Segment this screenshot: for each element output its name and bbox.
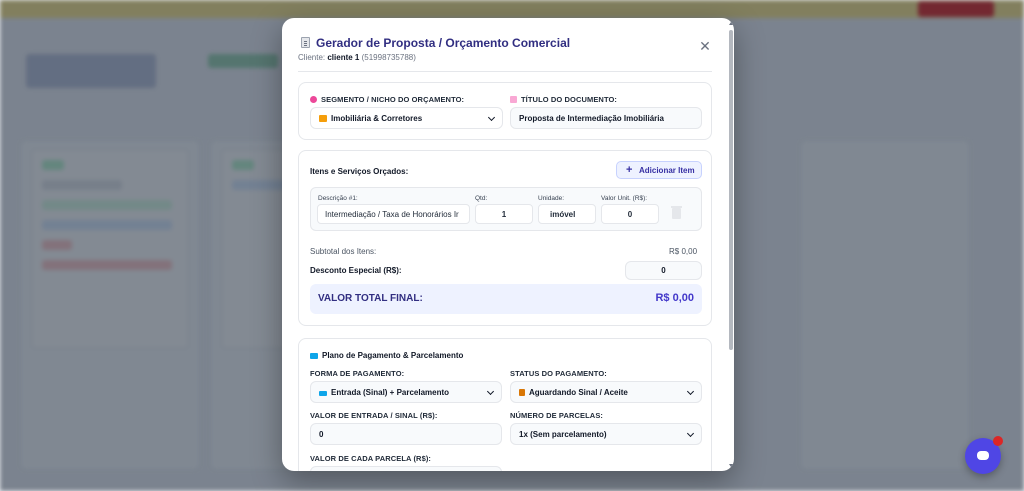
house-icon [319,115,327,122]
chevron-down-icon [686,387,695,396]
scroll-thumb[interactable] [729,30,733,350]
quantity-label: Qtd: [475,195,488,202]
entry-value-label: VALOR DE ENTRADA / SINAL (R$): [310,411,438,420]
unit-label: Unidade: [538,195,565,202]
total-box: VALOR TOTAL FINAL: R$ 0,00 [310,284,702,314]
payment-status-select[interactable]: Aguardando Sinal / Aceite [510,381,702,403]
chevron-down-icon [686,429,695,438]
segment-label: SEGMENTO / NICHO DO ORÇAMENTO: [310,95,464,104]
modal-header: Gerador de Proposta / Orçamento Comercia… [298,34,712,72]
total-value: R$ 0,00 [655,292,694,304]
subtotal-value: R$ 0,00 [669,247,698,256]
card-icon [310,353,318,359]
palette-icon [310,96,317,103]
chevron-down-icon [486,387,495,396]
description-input[interactable]: Intermediação / Taxa de Honorários Ir [317,204,470,224]
unit-price-label: Valor Unit. (R$): [601,195,648,202]
plus-icon: + [626,164,633,176]
client-name: cliente 1 [327,53,360,62]
proposal-modal: Gerador de Proposta / Orçamento Comercia… [282,18,734,471]
chat-icon [977,451,989,460]
quantity-input[interactable]: 1 [475,204,533,224]
unit-input[interactable]: imóvel [538,204,596,224]
modal-title: Gerador de Proposta / Orçamento Comercia… [316,36,571,50]
modal-content: Gerador de Proposta / Orçamento Comercia… [282,18,728,471]
document-pink-icon [510,96,517,103]
segment-select[interactable]: Imobiliária & Corretores [310,107,503,129]
scroll-up-icon[interactable] [729,22,733,25]
payment-section-title: Plano de Pagamento & Parcelamento [310,351,463,360]
installment-value-input[interactable] [310,466,502,471]
card-icon [319,391,327,396]
chat-fab-button[interactable] [965,436,1003,474]
client-info: Cliente: cliente 1 (51998735788) [298,53,416,62]
notification-dot [993,436,1003,446]
total-label: VALOR TOTAL FINAL: [318,293,423,304]
payment-method-label: FORMA DE PAGAMENTO: [310,369,405,378]
installments-select[interactable]: 1x (Sem parcelamento) [510,423,702,445]
discount-input[interactable]: 0 [625,261,702,280]
modal-scrollbar[interactable] [728,22,734,467]
hourglass-icon [519,389,525,396]
item-row: Descrição #1: Qtd: Unidade: Valor Unit. … [310,187,702,231]
items-section: Itens e Serviços Orçados: + Adicionar It… [298,150,712,326]
items-section-title: Itens e Serviços Orçados: [310,167,409,176]
client-label: Cliente: [298,53,326,62]
discount-label: Desconto Especial (R$): [310,266,402,275]
document-title-input[interactable]: Proposta de Intermediação Imobiliária [510,107,702,129]
entry-value-input[interactable]: 0 [310,423,502,445]
unit-price-input[interactable]: 0 [601,204,659,224]
payment-method-select[interactable]: Entrada (Sinal) + Parcelamento [310,381,502,403]
document-title-label: TÍTULO DO DOCUMENTO: [510,95,617,104]
subtotal-label: Subtotal dos Itens: [310,247,377,256]
trash-icon[interactable] [671,206,682,219]
payment-status-label: STATUS DO PAGAMENTO: [510,369,607,378]
segment-value: Imobiliária & Corretores [331,114,423,123]
description-label: Descrição #1: [318,195,358,202]
installments-label: NÚMERO DE PARCELAS: [510,411,604,420]
chevron-down-icon [487,113,496,122]
segment-section: SEGMENTO / NICHO DO ORÇAMENTO: Imobiliár… [298,82,712,140]
payment-section: Plano de Pagamento & Parcelamento FORMA … [298,338,712,471]
add-item-button[interactable]: + Adicionar Item [616,161,702,179]
client-phone: (51998735788) [361,53,416,62]
scroll-down-icon[interactable] [729,464,733,467]
document-icon [301,37,310,48]
installment-value-label: VALOR DE CADA PARCELA (R$): [310,454,432,463]
close-icon[interactable]: ✕ [698,39,712,53]
